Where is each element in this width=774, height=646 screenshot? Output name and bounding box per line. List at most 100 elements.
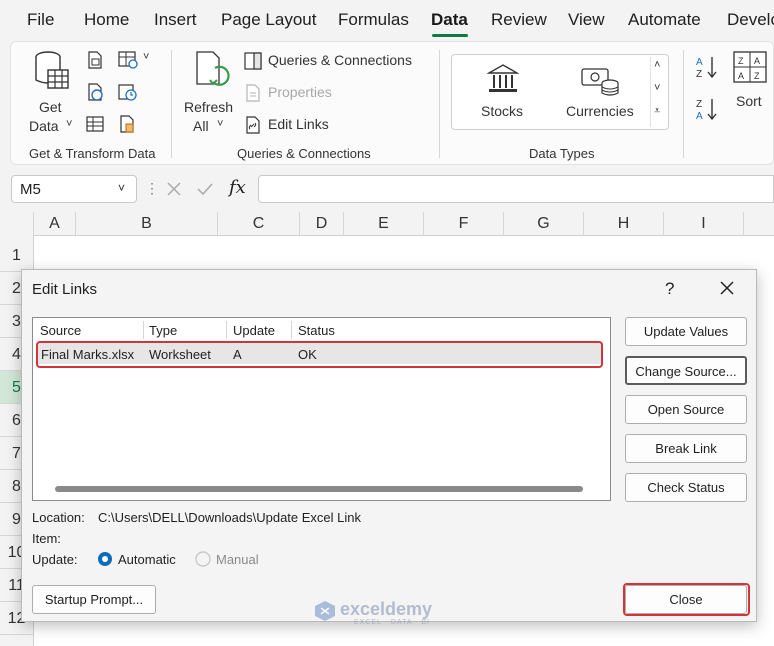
header-status[interactable]: Status xyxy=(298,323,335,338)
sort-a-to-z-icon[interactable]: A Z xyxy=(695,54,719,80)
startup-prompt-button[interactable]: Startup Prompt... xyxy=(32,585,156,614)
update-label: Update: xyxy=(32,552,78,567)
header-update[interactable]: Update xyxy=(233,323,275,338)
get-transform-group-label: Get & Transform Data xyxy=(29,146,156,161)
column-header-h[interactable]: H xyxy=(584,212,664,236)
insert-function-icon[interactable]: fx xyxy=(229,177,246,198)
column-header-i[interactable]: I xyxy=(664,212,744,236)
change-source-button[interactable]: Change Source... xyxy=(625,356,747,385)
chevron-down-icon: ˅ xyxy=(217,118,224,130)
header-type[interactable]: Type xyxy=(149,323,177,338)
column-header-e[interactable]: E xyxy=(344,212,424,236)
sort-z-to-a-icon[interactable]: Z A xyxy=(695,96,719,122)
currencies-button[interactable]: Currencies xyxy=(560,61,640,123)
scroll-down-icon[interactable]: ˅ xyxy=(654,82,660,94)
from-text-csv-icon[interactable] xyxy=(85,50,105,70)
dialog-title: Edit Links xyxy=(32,281,98,298)
exceldemy-logo-icon xyxy=(315,601,335,621)
queries-group-label: Queries & Connections xyxy=(237,146,371,161)
radio-selected-icon xyxy=(98,552,112,566)
cancel-icon[interactable] xyxy=(166,181,182,197)
group-separator xyxy=(171,50,172,158)
column-header-f[interactable]: F xyxy=(424,212,504,236)
sort-button[interactable]: Z A A Z Sort xyxy=(729,50,773,120)
name-box[interactable]: M5 ˅ xyxy=(11,175,137,203)
break-link-button[interactable]: Break Link xyxy=(625,434,747,463)
links-list[interactable]: Source Type Update Status Final Marks.xl… xyxy=(32,317,611,501)
horizontal-scrollbar[interactable] xyxy=(55,486,583,492)
close-icon[interactable] xyxy=(719,280,735,296)
tab-automate[interactable]: Automate xyxy=(628,10,701,30)
chevron-down-icon[interactable]: ˅ xyxy=(143,51,149,63)
tab-developer[interactable]: Develo xyxy=(727,10,774,30)
svg-text:Z: Z xyxy=(696,69,702,80)
tab-insert[interactable]: Insert xyxy=(154,10,197,30)
highlight-box xyxy=(623,583,750,616)
svg-text:A: A xyxy=(738,71,744,81)
select-all-corner[interactable] xyxy=(0,212,34,236)
manual-label: Manual xyxy=(216,552,259,567)
watermark-tagline: EXCEL · DATA · BI xyxy=(354,619,430,626)
queries-connections-button[interactable]: Queries & Connections xyxy=(243,50,423,72)
tab-file[interactable]: File xyxy=(27,10,54,30)
tab-data[interactable]: Data xyxy=(431,10,468,30)
help-button[interactable]: ? xyxy=(665,279,674,299)
manual-radio: Manual xyxy=(195,550,285,570)
tab-formulas[interactable]: Formulas xyxy=(338,10,409,30)
column-header-d[interactable]: D xyxy=(300,212,344,236)
exceldemy-watermark: exceldemy EXCEL · DATA · BI xyxy=(314,599,464,629)
column-divider xyxy=(143,321,144,339)
properties-button: Properties xyxy=(243,82,363,104)
excel-window: File Home Insert Page Layout Formulas Da… xyxy=(0,0,774,646)
column-header-g[interactable]: G xyxy=(504,212,584,236)
from-table-range-icon[interactable] xyxy=(85,114,105,134)
svg-text:A: A xyxy=(696,57,703,68)
update-values-button[interactable]: Update Values xyxy=(625,317,747,346)
enter-check-icon[interactable] xyxy=(196,181,214,197)
tab-page-layout[interactable]: Page Layout xyxy=(221,10,316,30)
database-table-icon xyxy=(35,51,69,89)
chevron-down-icon[interactable]: ˅ xyxy=(118,181,125,195)
more-options-icon[interactable]: ⩡ xyxy=(654,105,660,118)
sort-label: Sort xyxy=(736,93,762,109)
formula-input[interactable] xyxy=(258,175,774,203)
svg-text:Z: Z xyxy=(738,56,744,66)
location-label: Location: xyxy=(32,510,85,525)
queries-pane-icon xyxy=(244,52,262,70)
group-separator xyxy=(439,50,440,158)
name-box-value: M5 xyxy=(20,181,41,198)
open-source-button[interactable]: Open Source xyxy=(625,395,747,424)
tab-view[interactable]: View xyxy=(568,10,605,30)
scroll-up-icon[interactable]: ˄ xyxy=(654,59,660,71)
header-source[interactable]: Source xyxy=(40,323,81,338)
ribbon: Get Data ˅ ˅ Get & Transform Data Refres… xyxy=(10,41,774,165)
tab-home[interactable]: Home xyxy=(84,10,129,30)
edit-links-dialog: Edit Links ? Source Type Update Status F… xyxy=(21,269,757,626)
properties-label: Properties xyxy=(268,84,332,100)
column-header-b[interactable]: B xyxy=(76,212,218,236)
watermark-brand: exceldemy xyxy=(340,599,433,619)
column-header-c[interactable]: C xyxy=(218,212,300,236)
stocks-button[interactable]: Stocks xyxy=(464,61,540,123)
get-data-button[interactable]: Get Data ˅ xyxy=(25,48,77,138)
existing-connections-icon[interactable] xyxy=(117,114,139,134)
svg-text:A: A xyxy=(754,56,760,66)
from-web-icon[interactable] xyxy=(85,82,105,102)
column-header-a[interactable]: A xyxy=(34,212,76,236)
radio-unselected-icon xyxy=(195,551,211,567)
automatic-radio[interactable]: Automatic xyxy=(97,550,187,570)
check-status-button[interactable]: Check Status xyxy=(625,473,747,502)
column-divider xyxy=(226,321,227,339)
recent-sources-icon[interactable] xyxy=(117,82,139,102)
data-types-gallery: Stocks Currencies ˄ ˅ ⩡ xyxy=(451,54,669,130)
from-picture-icon[interactable] xyxy=(117,50,139,70)
edit-links-button[interactable]: Edit Links xyxy=(243,114,363,136)
automatic-label: Automatic xyxy=(118,552,176,567)
data-types-group-label: Data Types xyxy=(529,146,595,161)
gallery-scroll: ˄ ˅ ⩡ xyxy=(650,57,668,127)
queries-connections-label: Queries & Connections xyxy=(268,52,412,68)
chevron-down-icon: ˅ xyxy=(66,118,73,130)
row-header-1[interactable]: 1 xyxy=(0,239,33,272)
refresh-all-button[interactable]: Refresh All ˅ xyxy=(181,48,241,138)
tab-review[interactable]: Review xyxy=(491,10,547,30)
